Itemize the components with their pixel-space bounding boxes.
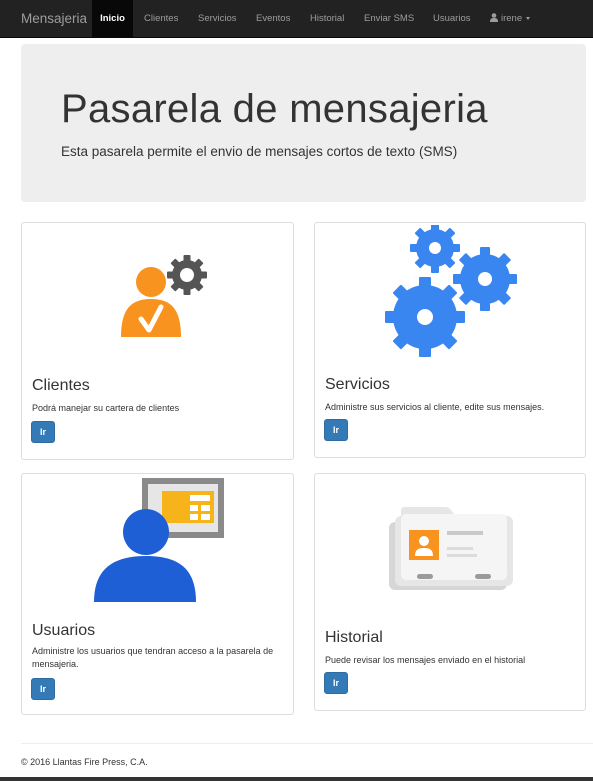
contact-folder-icon: [389, 507, 513, 590]
nav-item-clientes[interactable]: Clientes: [144, 0, 178, 38]
card-servicios: Servicios Administre sus servicios al cl…: [314, 222, 586, 458]
card-title: Clientes: [32, 377, 90, 394]
navbar-brand[interactable]: Mensajeria: [21, 11, 87, 26]
footer-divider: [21, 743, 593, 744]
card-title: Servicios: [325, 376, 390, 393]
card-title: Usuarios: [32, 622, 96, 639]
navbar: Mensajeria Inicio Clientes Servicios Eve…: [0, 0, 593, 38]
card-historial: Historial Puede revisar los mensajes env…: [314, 473, 586, 711]
nav-item-eventos[interactable]: Eventos: [256, 0, 290, 38]
go-clientes-button[interactable]: Ir: [31, 421, 55, 443]
window-bottom-edge: [0, 777, 593, 781]
card-text: Administre los usuarios que tendran acce…: [32, 646, 274, 669]
user-presentation-icon: [94, 478, 224, 602]
nav-item-enviar-sms[interactable]: Enviar SMS: [364, 0, 414, 38]
client-user-gear-icon: [121, 255, 207, 337]
gears-icon: [385, 225, 517, 357]
nav-item-usuarios[interactable]: Usuarios: [433, 0, 471, 38]
nav-user-label: irene: [501, 13, 523, 24]
go-usuarios-button[interactable]: Ir: [31, 678, 55, 700]
card-title: Historial: [325, 629, 383, 646]
nav-item-servicios[interactable]: Servicios: [198, 0, 237, 38]
chevron-down-icon: [526, 16, 531, 20]
go-historial-button[interactable]: Ir: [324, 672, 348, 694]
card-usuarios: Usuarios Administre los usuarios que ten…: [21, 473, 294, 715]
card-text: Puede revisar los mensajes enviado en el…: [325, 655, 526, 665]
nav-item-inicio[interactable]: Inicio: [92, 0, 133, 38]
page-title: Pasarela de mensajeria: [61, 87, 488, 131]
jumbotron: Pasarela de mensajeria Esta pasarela per…: [21, 44, 586, 202]
card-text: Administre sus servicios al cliente, edi…: [325, 402, 545, 412]
card-text: Podrá manejar su cartera de clientes: [32, 403, 180, 413]
nav-user-dropdown[interactable]: irene: [490, 0, 531, 38]
go-servicios-button[interactable]: Ir: [324, 419, 348, 441]
nav-item-historial[interactable]: Historial: [310, 0, 344, 38]
page-subtitle: Esta pasarela permite el envio de mensaj…: [61, 144, 458, 159]
user-icon: [490, 13, 498, 22]
footer-text: © 2016 Llantas Fire Press, C.A.: [21, 757, 148, 767]
card-clientes: Clientes Podrá manejar su cartera de cli…: [21, 222, 294, 460]
